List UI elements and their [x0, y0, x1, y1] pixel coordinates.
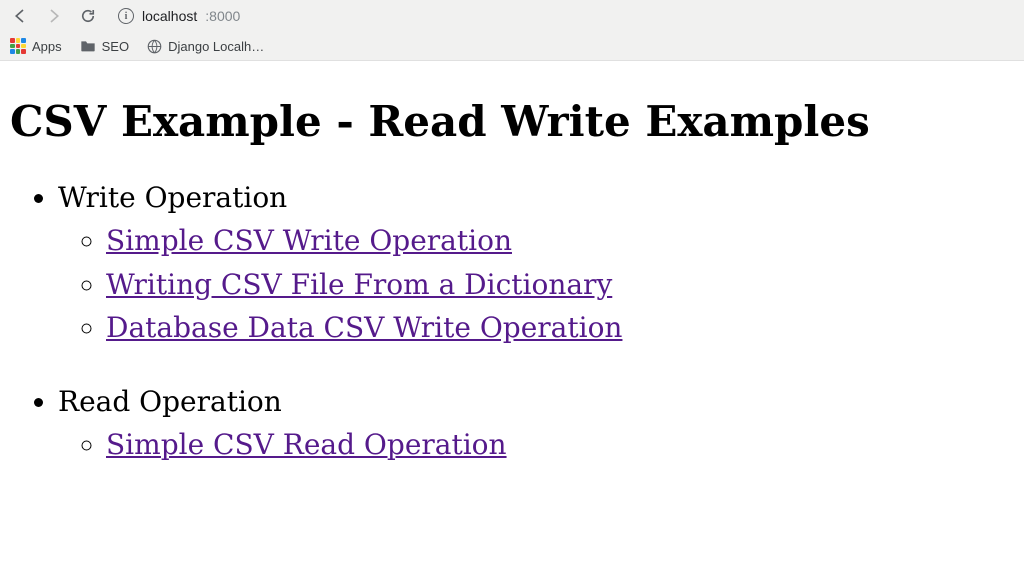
folder-icon	[80, 39, 96, 53]
url-host: localhost	[142, 8, 197, 24]
django-label: Django Localh…	[168, 39, 264, 54]
forward-button[interactable]	[44, 6, 64, 26]
django-bookmark[interactable]: Django Localh…	[147, 39, 264, 54]
list-item: Read Operation Simple CSV Read Operation	[58, 380, 1014, 467]
apps-icon	[10, 38, 26, 54]
csv-write-simple-link[interactable]: Simple CSV Write Operation	[106, 224, 512, 257]
toolbar: i localhost :8000	[0, 0, 1024, 32]
link-list: Simple CSV Read Operation	[58, 423, 1014, 466]
browser-chrome: i localhost :8000 Apps SEO Django Localh…	[0, 0, 1024, 61]
csv-write-db-link[interactable]: Database Data CSV Write Operation	[106, 311, 622, 344]
page-title: CSV Example - Read Write Examples	[10, 97, 1014, 146]
csv-write-dict-link[interactable]: Writing CSV File From a Dictionary	[106, 268, 612, 301]
page-content: CSV Example - Read Write Examples Write …	[0, 61, 1024, 478]
seo-bookmark[interactable]: SEO	[80, 39, 129, 54]
section-list: Write Operation Simple CSV Write Operati…	[10, 176, 1014, 350]
link-list: Simple CSV Write Operation Writing CSV F…	[58, 219, 1014, 349]
bookmarks-bar: Apps SEO Django Localh…	[0, 32, 1024, 60]
apps-bookmark[interactable]: Apps	[10, 38, 62, 54]
apps-label: Apps	[32, 39, 62, 54]
url-port: :8000	[205, 8, 240, 24]
seo-label: SEO	[102, 39, 129, 54]
list-item: Write Operation Simple CSV Write Operati…	[58, 176, 1014, 350]
reload-button[interactable]	[78, 6, 98, 26]
list-item: Writing CSV File From a Dictionary	[106, 263, 1014, 306]
csv-read-simple-link[interactable]: Simple CSV Read Operation	[106, 428, 507, 461]
section-list: Read Operation Simple CSV Read Operation	[10, 380, 1014, 467]
list-item: Simple CSV Write Operation	[106, 219, 1014, 262]
section-title: Read Operation	[58, 385, 282, 418]
globe-icon	[147, 39, 162, 54]
back-button[interactable]	[10, 6, 30, 26]
site-info-icon[interactable]: i	[118, 8, 134, 24]
section-title: Write Operation	[58, 181, 287, 214]
list-item: Simple CSV Read Operation	[106, 423, 1014, 466]
list-item: Database Data CSV Write Operation	[106, 306, 1014, 349]
address-bar[interactable]: i localhost :8000	[118, 8, 240, 24]
